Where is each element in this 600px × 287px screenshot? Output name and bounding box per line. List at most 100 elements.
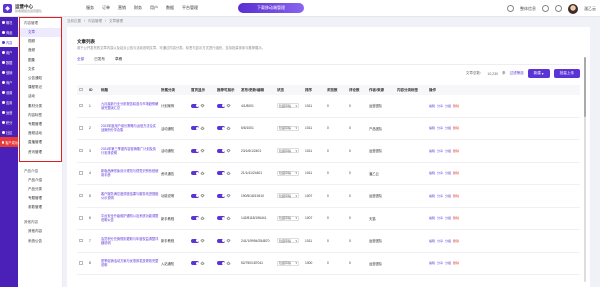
group-action[interactable]: 分组 <box>445 261 451 265</box>
sidebar-item-goods[interactable]: 商品 <box>0 27 18 37</box>
status-select[interactable]: 隐藏草稿 ▾ <box>277 148 299 154</box>
recommend-toggle[interactable] <box>217 171 225 176</box>
sidebar-item-settings[interactable]: 设置 <box>0 87 18 97</box>
sidebar-item-community[interactable]: 社区 <box>0 127 18 137</box>
download-app-button[interactable]: 下载移动端管理 <box>238 3 304 13</box>
recommend-toggle[interactable] <box>217 103 225 108</box>
group-action[interactable]: 分组 <box>445 171 451 175</box>
row-checkbox[interactable] <box>79 148 83 152</box>
delete-action[interactable]: 删除 <box>453 171 459 175</box>
logo[interactable]: ◆ 运营中心 铁收钢组合运营团队 <box>0 3 60 13</box>
group-action[interactable]: 分组 <box>445 194 451 198</box>
subnav-item[interactable]: 产品介绍 <box>18 176 62 185</box>
status-select[interactable]: 隐藏草稿 ▾ <box>277 238 299 244</box>
nav-item-users[interactable]: 用户 <box>150 5 158 11</box>
edit-action[interactable]: 编辑 <box>429 261 435 265</box>
row-checkbox[interactable] <box>79 171 83 175</box>
nav-item-data[interactable]: 数据 <box>166 5 174 11</box>
row-title-link[interactable]: 客户服务满意度调查结果与服务改进措施公示说明 <box>101 192 159 200</box>
homepage-toggle[interactable] <box>191 261 199 266</box>
delete-action[interactable]: 删除 <box>453 104 459 108</box>
store-icon[interactable] <box>507 5 514 12</box>
edit-action[interactable]: 编辑 <box>429 194 435 198</box>
nav-item-orders[interactable]: 订单 <box>102 5 110 11</box>
row-title-link[interactable]: 2023年度用户增长策略与运营方法论实战案例分享合集 <box>101 124 159 132</box>
share-action[interactable]: 分享 <box>437 239 443 243</box>
row-title-link[interactable]: 夏季促销活动方案与优惠券发放规则完整说明 <box>101 259 159 267</box>
subnav-item[interactable]: 系统公告 <box>18 237 62 246</box>
share-action[interactable]: 分享 <box>437 216 443 220</box>
share-action[interactable]: 分享 <box>437 104 443 108</box>
recommend-toggle[interactable] <box>217 126 225 131</box>
delete-action[interactable]: 删除 <box>453 149 459 153</box>
row-title-link[interactable]: 新版品牌形象设计规范与视觉识别系统使用手册 <box>101 169 159 177</box>
status-select[interactable]: 隐藏草稿 ▾ <box>277 170 299 176</box>
table-row[interactable]: 7 会员积分兑换规则更新与年度权益调整详细说明 新手教程 241/1/9994/254… <box>77 230 580 253</box>
filter-link[interactable]: 过滤筛选 <box>510 71 524 76</box>
share-action[interactable]: 分享 <box>437 149 443 153</box>
nav-item-marketing[interactable]: 营销 <box>118 5 126 11</box>
user-name[interactable]: 潘乙云 <box>584 6 596 12</box>
group-action[interactable]: 分组 <box>445 126 451 130</box>
subnav-group-other[interactable]: 其他内容 <box>18 216 62 227</box>
homepage-toggle[interactable] <box>191 238 199 243</box>
row-checkbox[interactable] <box>79 193 83 197</box>
delete-action[interactable]: 删除 <box>453 194 459 198</box>
sidebar-item-apps[interactable]: 应用 <box>0 97 18 107</box>
recommend-toggle[interactable] <box>217 193 225 198</box>
share-action[interactable]: 分享 <box>437 194 443 198</box>
homepage-toggle[interactable] <box>191 193 199 198</box>
recommend-toggle[interactable] <box>217 148 225 153</box>
group-action[interactable]: 分组 <box>445 149 451 153</box>
bell-icon[interactable] <box>555 5 562 12</box>
table-row[interactable]: 6 平台安全升级维护通知以及系统功能调整说明公告 新手教程 142/8118/1964… <box>77 208 580 230</box>
scrollbar[interactable] <box>584 57 586 282</box>
nav-item-finance[interactable]: 财务 <box>134 5 142 11</box>
table-row[interactable]: 8 夏季促销活动方案与优惠券发放规则完整说明 入站通知 52/750/187041 隐藏… <box>77 253 580 275</box>
sidebar-item-data[interactable]: 数据 <box>0 57 18 67</box>
edit-icon[interactable] <box>200 126 205 131</box>
table-row[interactable]: 5 客户服务满意度调查结果与服务改进措施公示说明 功能说明 190/5/18/1941… <box>77 185 580 208</box>
scrollbar-thumb[interactable] <box>584 57 586 117</box>
table-row[interactable]: 1 九月最新行业分析报告精选与市场趋势解读完整版汇总 计划案例 4/1/8001 隐藏草… <box>77 95 580 118</box>
edit-icon[interactable] <box>200 193 205 198</box>
row-checkbox[interactable] <box>79 261 83 265</box>
delete-action[interactable]: 删除 <box>453 126 459 130</box>
subnav-item[interactable]: 产品分类 <box>18 185 62 194</box>
sidebar-item-marketing[interactable]: 营销 <box>0 67 18 77</box>
status-select[interactable]: 隐藏草稿 ▾ <box>277 103 299 109</box>
nav-item-service[interactable]: 服务 <box>86 5 94 11</box>
edit-icon[interactable] <box>200 103 205 108</box>
table-row[interactable]: 3 2024年第三季度内容营销推广计划及执行安排说明 活动通知 23/1/6/1/24… <box>77 140 580 163</box>
sidebar-item-success[interactable]: 客户成功 <box>0 137 18 147</box>
help-icon[interactable] <box>542 5 549 12</box>
share-action[interactable]: 分享 <box>437 261 443 265</box>
edit-icon[interactable] <box>226 171 231 176</box>
group-action[interactable]: 分组 <box>445 104 451 108</box>
org-name[interactable]: 整体信息 <box>520 6 536 12</box>
edit-action[interactable]: 编辑 <box>429 171 435 175</box>
homepage-toggle[interactable] <box>191 126 199 131</box>
subnav-group-product[interactable]: 产品介绍 <box>18 165 62 176</box>
edit-icon[interactable] <box>200 171 205 176</box>
homepage-toggle[interactable] <box>191 171 199 176</box>
delete-action[interactable]: 删除 <box>453 239 459 243</box>
status-select[interactable]: 隐藏草稿 ▾ <box>277 193 299 199</box>
row-title-link[interactable]: 2024年第三季度内容营销推广计划及执行安排说明 <box>101 147 159 155</box>
group-action[interactable]: 分组 <box>445 239 451 243</box>
share-action[interactable]: 分享 <box>437 171 443 175</box>
edit-icon[interactable] <box>200 148 205 153</box>
nav-item-platform[interactable]: 平台管理 <box>182 5 198 11</box>
sidebar-item-ops[interactable]: 运营 <box>0 107 18 117</box>
sidebar-item-points[interactable]: 积分 <box>0 117 18 127</box>
row-checkbox[interactable] <box>79 126 83 130</box>
status-select[interactable]: 隐藏草稿 ▾ <box>277 260 299 266</box>
edit-action[interactable]: 编辑 <box>429 216 435 220</box>
edit-action[interactable]: 编辑 <box>429 104 435 108</box>
edit-icon[interactable] <box>200 216 205 221</box>
edit-icon[interactable] <box>200 238 205 243</box>
edit-icon[interactable] <box>226 216 231 221</box>
table-row[interactable]: 4 新版品牌形象设计规范与视觉识别系统使用手册 资讯通告 21/1/41/24401 隐… <box>77 163 580 185</box>
sidebar-item-merchants[interactable]: 商户 <box>0 77 18 87</box>
row-checkbox[interactable] <box>79 238 83 242</box>
